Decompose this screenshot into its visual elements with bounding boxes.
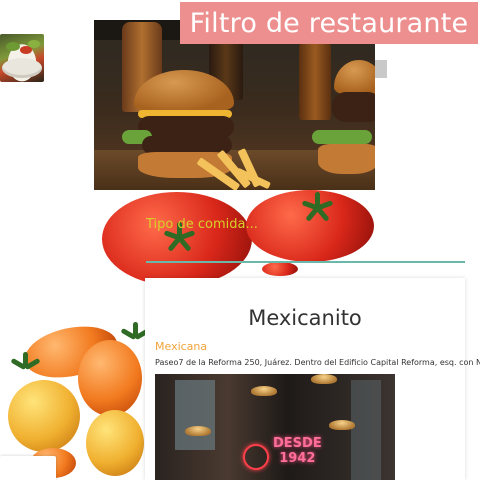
lamp	[251, 386, 277, 396]
lamp	[311, 374, 337, 384]
lamp	[329, 420, 355, 430]
tomato-fragment	[262, 262, 298, 276]
leaf-shape	[6, 42, 20, 51]
burger-side	[308, 60, 375, 190]
tomato-yellow	[86, 410, 144, 476]
tomato-stem	[10, 352, 41, 382]
restaurant-cuisine: Mexicana	[155, 340, 208, 353]
leaf-shape	[28, 40, 40, 48]
restaurant-address: Paseo7 de la Reforma 250, Juárez. Dentro…	[155, 358, 480, 367]
window	[175, 380, 215, 450]
food-type-input[interactable]	[146, 212, 326, 236]
plate-shape	[2, 58, 42, 78]
restaurant-name: Mexicanito	[248, 306, 362, 330]
patty	[332, 92, 375, 122]
page-title: Filtro de restaurante	[189, 7, 469, 39]
restaurant-photo: DESDE 1942	[155, 374, 395, 480]
bun-top	[134, 70, 234, 112]
gallery-scroll-edge	[375, 60, 387, 78]
tomato-left	[102, 192, 252, 286]
patty	[138, 116, 234, 138]
neon-sign: DESDE 1942	[273, 436, 322, 466]
filter-divider	[146, 261, 465, 263]
bun-top	[334, 60, 375, 94]
window	[351, 380, 381, 480]
tomato-yellow	[8, 380, 80, 452]
bun-bottom	[318, 144, 375, 174]
lamp	[185, 426, 211, 436]
restaurant-card[interactable]: Mexicanito Mexicana Paseo7 de la Reforma…	[145, 278, 480, 480]
neon-circle	[243, 444, 269, 470]
salad-thumbnail[interactable]	[0, 34, 44, 82]
title-banner: Filtro de restaurante	[180, 2, 478, 44]
lettuce	[312, 130, 372, 144]
bottom-panel-tab[interactable]	[0, 456, 56, 480]
hero-burger-image	[94, 20, 375, 190]
